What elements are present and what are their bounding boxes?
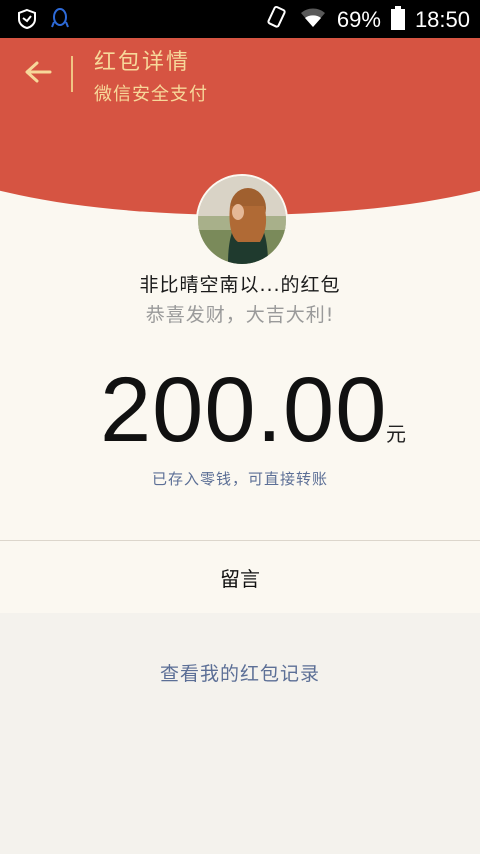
amount-value: 200.00 xyxy=(100,359,388,461)
battery-percent: 69% xyxy=(336,7,381,32)
page-subtitle: 微信安全支付 xyxy=(94,84,208,105)
back-arrow-icon xyxy=(24,60,52,88)
status-right: 69% 18:50 xyxy=(265,5,470,35)
status-bar: 69% 18:50 xyxy=(0,0,480,38)
view-records-link[interactable]: 查看我的红包记录 xyxy=(0,659,480,686)
avatar[interactable] xyxy=(196,174,288,266)
back-button[interactable] xyxy=(18,52,58,96)
message-label: 留言 xyxy=(220,567,260,591)
shield-icon xyxy=(16,8,38,34)
lower-panel: 查看我的红包记录 xyxy=(0,613,480,854)
status-left xyxy=(16,7,70,35)
message-row[interactable]: 留言 xyxy=(0,541,480,613)
greeting-text: 恭喜发财，大吉大利! xyxy=(145,304,335,326)
amount-row: 200.00 元 xyxy=(0,360,480,460)
battery-icon xyxy=(390,6,405,34)
amount-unit: 元 xyxy=(386,422,406,446)
rotate-icon xyxy=(265,5,289,35)
page-title: 红包详情 xyxy=(94,50,191,75)
red-packet-detail-screen: 69% 18:50 红包详情 微信安全支付 非比晴空南以...的红包 恭喜发财，… xyxy=(0,0,480,854)
wifi-icon xyxy=(299,7,327,33)
balance-note-link[interactable]: 已存入零钱，可直接转账 xyxy=(0,468,480,489)
header-divider xyxy=(71,56,73,92)
qq-icon xyxy=(50,7,70,35)
clock: 18:50 xyxy=(414,7,470,32)
sender-name: 非比晴空南以...的红包 xyxy=(139,274,341,296)
